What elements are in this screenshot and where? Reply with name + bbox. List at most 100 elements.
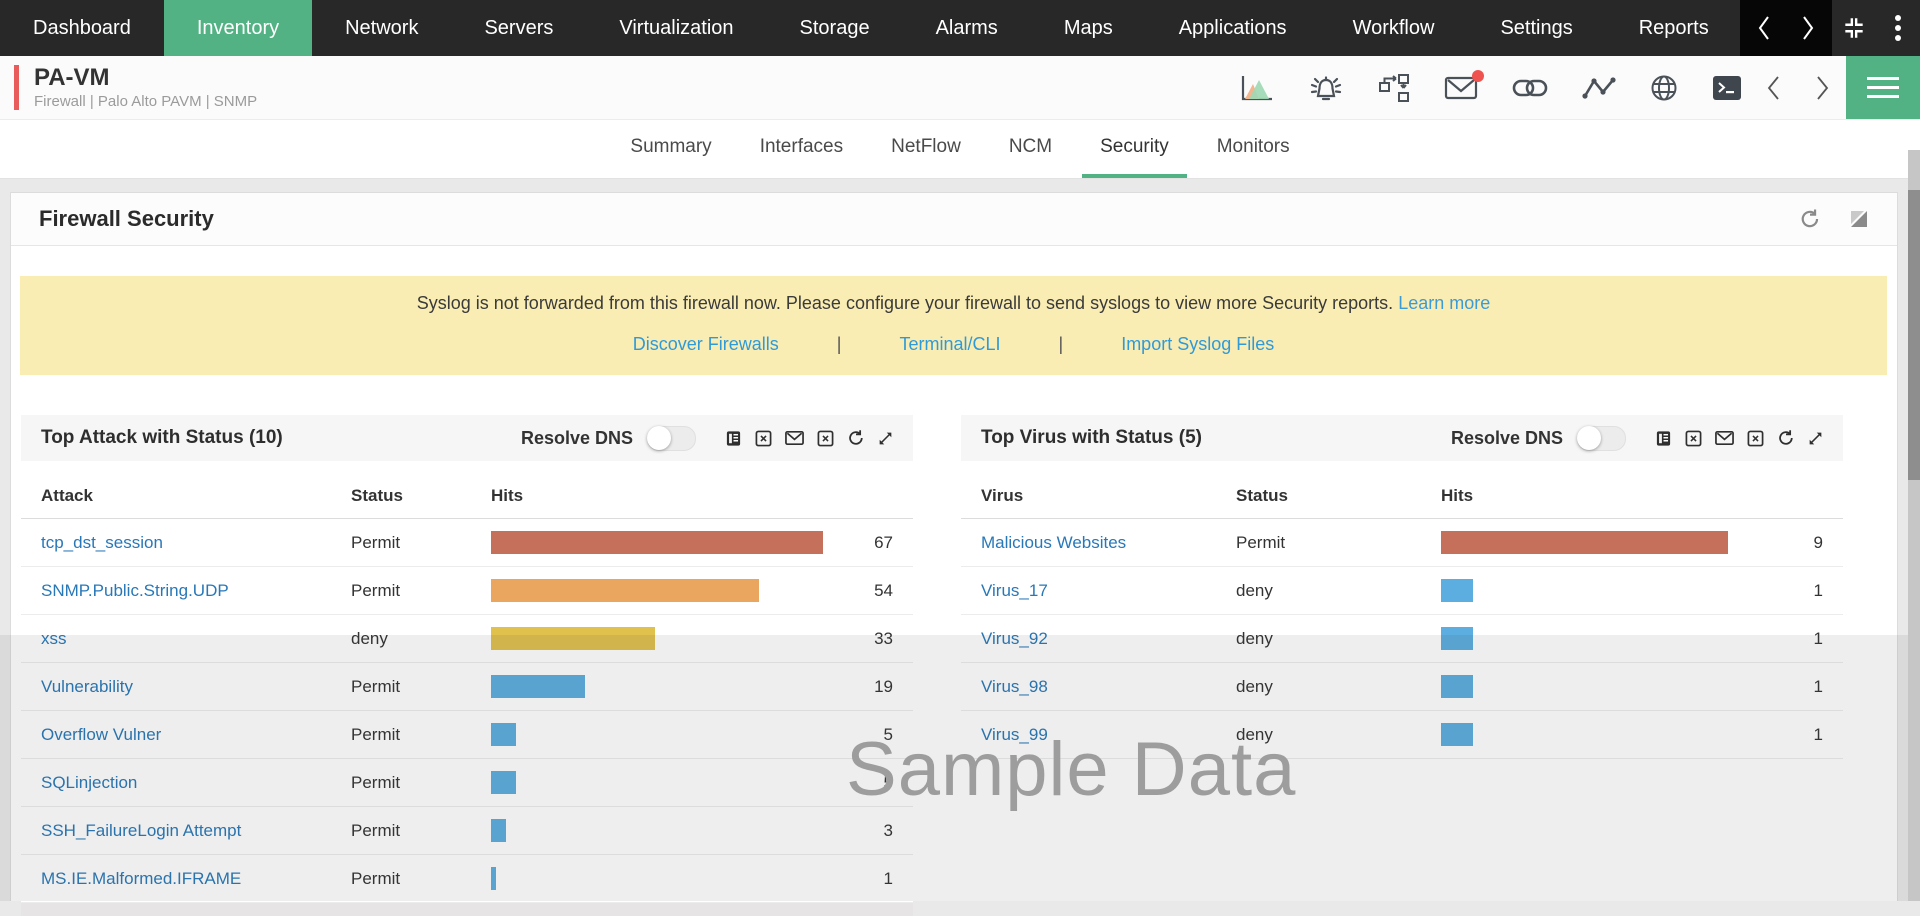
learn-more-link[interactable]: Learn more bbox=[1398, 293, 1490, 313]
tab-security[interactable]: Security bbox=[1082, 120, 1187, 178]
nav-item-reports[interactable]: Reports bbox=[1606, 0, 1742, 56]
column-header[interactable]: Status bbox=[1236, 486, 1441, 506]
hamburger-menu-icon[interactable] bbox=[1846, 56, 1920, 119]
top-attack-panel: Top Attack with Status (10) Resolve DNS … bbox=[21, 415, 913, 916]
banner-link-discover-firewalls[interactable]: Discover Firewalls bbox=[633, 334, 779, 355]
vertical-scrollbar[interactable] bbox=[1908, 150, 1920, 901]
pdf-icon[interactable] bbox=[1655, 430, 1672, 447]
separator: | bbox=[1059, 334, 1064, 355]
email-icon[interactable] bbox=[1715, 430, 1734, 446]
entry-link[interactable]: SNMP.Public.String.UDP bbox=[41, 581, 351, 601]
compress-icon[interactable] bbox=[1832, 0, 1876, 56]
kebab-menu-icon[interactable] bbox=[1876, 0, 1920, 56]
nav-item-dashboard[interactable]: Dashboard bbox=[0, 0, 164, 56]
column-header[interactable]: Status bbox=[351, 486, 491, 506]
csv-icon[interactable] bbox=[1747, 430, 1764, 447]
nav-item-network[interactable]: Network bbox=[312, 0, 451, 56]
panel-tools: Resolve DNS bbox=[1451, 426, 1823, 451]
terminal-icon[interactable] bbox=[1712, 75, 1742, 101]
resolve-dns-toggle[interactable] bbox=[647, 426, 696, 451]
entry-link[interactable]: tcp_dst_session bbox=[41, 533, 351, 553]
csv-icon[interactable] bbox=[817, 430, 834, 447]
entry-link[interactable]: Virus_99 bbox=[981, 725, 1236, 745]
column-header[interactable]: Virus bbox=[981, 486, 1236, 506]
expand-icon[interactable] bbox=[1808, 431, 1823, 446]
nav-item-inventory[interactable]: Inventory bbox=[164, 0, 312, 56]
entry-link[interactable]: Malicious Websites bbox=[981, 533, 1236, 553]
tab-interfaces[interactable]: Interfaces bbox=[742, 120, 861, 178]
expand-icon[interactable] bbox=[878, 431, 893, 446]
entry-link[interactable]: MS.IE.Malformed.IFRAME bbox=[41, 869, 351, 889]
panel-header: Top Virus with Status (5) Resolve DNS bbox=[961, 415, 1843, 461]
status-text: Permit bbox=[1236, 533, 1441, 553]
tab-ncm[interactable]: NCM bbox=[991, 120, 1070, 178]
xls-icon[interactable] bbox=[1685, 430, 1702, 447]
status-text: Permit bbox=[351, 533, 491, 553]
refresh-icon[interactable] bbox=[1799, 208, 1821, 230]
status-text: Permit bbox=[351, 821, 491, 841]
banner-link-terminal-cli[interactable]: Terminal/CLI bbox=[899, 334, 1000, 355]
nav-item-applications[interactable]: Applications bbox=[1146, 0, 1320, 56]
tab-netflow[interactable]: NetFlow bbox=[873, 120, 979, 178]
hits-bar bbox=[491, 675, 823, 698]
pdf-icon[interactable] bbox=[725, 430, 742, 447]
chevron-right-icon[interactable] bbox=[1800, 15, 1816, 41]
entry-link[interactable]: Vulnerability bbox=[41, 677, 351, 697]
entry-link[interactable]: Overflow Vulner bbox=[41, 725, 351, 745]
globe-icon[interactable] bbox=[1650, 74, 1678, 102]
hits-value: 67 bbox=[823, 533, 893, 553]
column-header[interactable]: Hits bbox=[1441, 486, 1728, 506]
hits-value: 9 bbox=[1728, 533, 1823, 553]
entry-link[interactable]: Virus_17 bbox=[981, 581, 1236, 601]
hits-bar bbox=[1441, 531, 1728, 554]
panel-title: Top Virus with Status (5) bbox=[981, 427, 1202, 449]
table-row: SQLinjectionPermit5 bbox=[21, 759, 913, 807]
nav-item-alarms[interactable]: Alarms bbox=[903, 0, 1031, 56]
banner-link-import-syslog-files[interactable]: Import Syslog Files bbox=[1121, 334, 1274, 355]
status-text: Permit bbox=[351, 581, 491, 601]
hits-value: 5 bbox=[823, 773, 893, 793]
refresh-icon[interactable] bbox=[1777, 429, 1795, 447]
dependency-link-icon[interactable] bbox=[1512, 77, 1548, 99]
entry-link[interactable]: Virus_92 bbox=[981, 629, 1236, 649]
table-row: Overflow VulnerPermit5 bbox=[21, 711, 913, 759]
table-row: VulnerabilityPermit19 bbox=[21, 663, 913, 711]
workflow-icon[interactable] bbox=[1378, 73, 1410, 103]
column-header[interactable]: Hits bbox=[491, 486, 823, 506]
expand-widget-icon[interactable] bbox=[1849, 209, 1869, 229]
xls-icon[interactable] bbox=[755, 430, 772, 447]
status-text: deny bbox=[1236, 629, 1441, 649]
banner-message: Syslog is not forwarded from this firewa… bbox=[20, 293, 1887, 314]
tab-summary[interactable]: Summary bbox=[612, 120, 729, 178]
scrollbar-thumb[interactable] bbox=[1908, 190, 1920, 480]
nav-item-maps[interactable]: Maps bbox=[1031, 0, 1146, 56]
resolve-dns-toggle[interactable] bbox=[1577, 426, 1626, 451]
chevron-right-icon[interactable] bbox=[1815, 75, 1830, 101]
nav-item-storage[interactable]: Storage bbox=[767, 0, 903, 56]
device-pager bbox=[1760, 75, 1846, 101]
hits-value: 1 bbox=[1728, 677, 1823, 697]
nav-item-workflow[interactable]: Workflow bbox=[1320, 0, 1468, 56]
email-icon[interactable] bbox=[1444, 75, 1478, 101]
email-icon[interactable] bbox=[785, 430, 804, 446]
hits-bar bbox=[491, 627, 823, 650]
chevron-left-icon[interactable] bbox=[1766, 75, 1781, 101]
nav-item-settings[interactable]: Settings bbox=[1467, 0, 1605, 56]
alarm-bell-icon[interactable] bbox=[1308, 73, 1344, 103]
column-header[interactable]: Attack bbox=[41, 486, 351, 506]
entry-link[interactable]: xss bbox=[41, 629, 351, 649]
nav-item-virtualization[interactable]: Virtualization bbox=[586, 0, 766, 56]
entry-link[interactable]: SSH_FailureLogin Attempt bbox=[41, 821, 351, 841]
performance-chart-icon[interactable] bbox=[1240, 74, 1274, 102]
nav-item-servers[interactable]: Servers bbox=[451, 0, 586, 56]
entry-link[interactable]: SQLinjection bbox=[41, 773, 351, 793]
chevron-left-icon[interactable] bbox=[1756, 15, 1772, 41]
tab-monitors[interactable]: Monitors bbox=[1199, 120, 1308, 178]
entry-link[interactable]: Virus_98 bbox=[981, 677, 1236, 697]
syslog-banner: Syslog is not forwarded from this firewa… bbox=[20, 276, 1887, 375]
monitor-pulse-icon[interactable] bbox=[1582, 76, 1616, 100]
refresh-icon[interactable] bbox=[847, 429, 865, 447]
hits-bar bbox=[491, 867, 823, 890]
hits-value: 3 bbox=[823, 821, 893, 841]
hits-bar bbox=[1441, 627, 1728, 650]
